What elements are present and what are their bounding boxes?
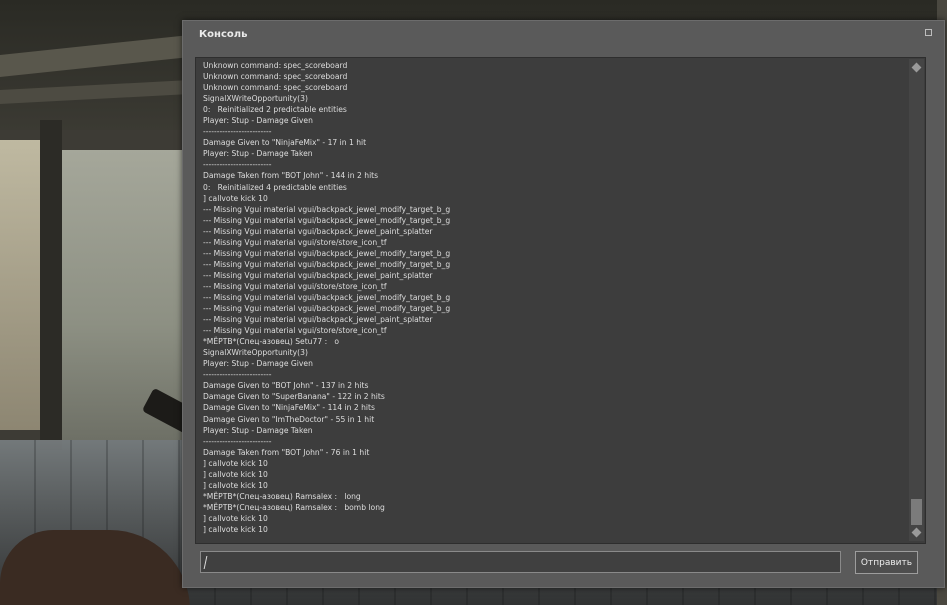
console-line: 0: Reinitialized 4 predictable entities [203, 182, 347, 192]
console-line: ] callvote kick 10 [203, 524, 268, 534]
console-line: ------------------------- [203, 160, 272, 170]
console-line: *МЁРТВ*(Спец-азовец) Setu77 : o [203, 337, 340, 347]
console-line: Player: Stup - Damage Given [203, 116, 313, 126]
console-line: ] callvote kick 10 [203, 469, 268, 479]
console-title: Консоль [199, 29, 248, 40]
console-line: --- Missing Vgui material vgui/store/sto… [203, 237, 387, 247]
submit-button[interactable]: Отправить [855, 551, 918, 574]
console-line: --- Missing Vgui material vgui/store/sto… [203, 326, 387, 336]
console-line: Damage Taken from "BOT John" - 144 in 2 … [203, 171, 379, 181]
console-line: Damage Given to "NinjaFeMix" - 114 in 2 … [203, 403, 375, 413]
console-line: ] callvote kick 10 [203, 458, 268, 468]
scrollbar[interactable] [909, 59, 924, 541]
console-line: Damage Given to "ImTheDoctor" - 55 in 1 … [203, 414, 375, 424]
console-line: 0: Reinitialized 2 predictable entities [203, 105, 347, 115]
console-line: Damage Given to "NinjaFeMix" - 17 in 1 h… [203, 138, 367, 148]
console-line: --- Missing Vgui material vgui/backpack_… [203, 292, 451, 302]
console-line: --- Missing Vgui material vgui/backpack_… [203, 270, 433, 280]
console-output[interactable]: Unknown command: spec_scoreboard Unknown … [195, 57, 926, 544]
console-window: Консоль Unknown command: spec_scoreboard… [182, 20, 945, 588]
console-line: *МЁРТВ*(Спец-азовец) Ramsalex : long [203, 491, 361, 501]
scene-pillar [40, 120, 62, 450]
console-line: *МЁРТВ*(Спец-азовец) Ramsalex : bomb lon… [203, 502, 385, 512]
scrollbar-thumb[interactable] [911, 499, 922, 525]
console-lines: Unknown command: spec_scoreboard Unknown … [203, 60, 901, 535]
scene-door [0, 140, 42, 430]
scroll-down-icon[interactable] [912, 528, 921, 537]
console-line: --- Missing Vgui material vgui/backpack_… [203, 259, 451, 269]
console-line: --- Missing Vgui material vgui/backpack_… [203, 204, 451, 214]
console-line: Unknown command: spec_scoreboard [203, 72, 348, 82]
console-line: SignalXWriteOpportunity(3) [203, 348, 308, 358]
console-line: SignalXWriteOpportunity(3) [203, 94, 308, 104]
console-line: ] callvote kick 10 [203, 513, 268, 523]
console-line: --- Missing Vgui material vgui/backpack_… [203, 226, 433, 236]
console-line: Damage Taken from "BOT John" - 76 in 1 h… [203, 447, 370, 457]
console-line: ------------------------- [203, 127, 272, 137]
console-line: --- Missing Vgui material vgui/backpack_… [203, 315, 433, 325]
command-input-wrapper[interactable] [200, 551, 841, 573]
console-line: ] callvote kick 10 [203, 480, 268, 490]
console-line: Damage Given to "BOT John" - 137 in 2 hi… [203, 381, 369, 391]
console-line: Damage Given to "SuperBanana" - 122 in 2… [203, 392, 385, 402]
console-line: ------------------------- [203, 436, 272, 446]
console-line: Unknown command: spec_scoreboard [203, 61, 348, 70]
console-line: ------------------------- [203, 370, 272, 380]
console-line: --- Missing Vgui material vgui/store/sto… [203, 281, 387, 291]
console-line: Player: Stup - Damage Given [203, 359, 313, 369]
console-line: --- Missing Vgui material vgui/backpack_… [203, 304, 451, 314]
console-line: Player: Stup - Damage Taken [203, 149, 313, 159]
maximize-icon[interactable] [925, 29, 932, 36]
scroll-up-icon[interactable] [912, 63, 921, 72]
console-line: Player: Stup - Damage Taken [203, 425, 313, 435]
console-line: --- Missing Vgui material vgui/backpack_… [203, 248, 451, 258]
console-line: Unknown command: spec_scoreboard [203, 83, 348, 93]
console-line: ] callvote kick 10 [203, 193, 268, 203]
command-input[interactable] [201, 552, 840, 572]
console-line: --- Missing Vgui material vgui/backpack_… [203, 215, 451, 225]
console-titlebar[interactable]: Консоль [183, 21, 944, 47]
